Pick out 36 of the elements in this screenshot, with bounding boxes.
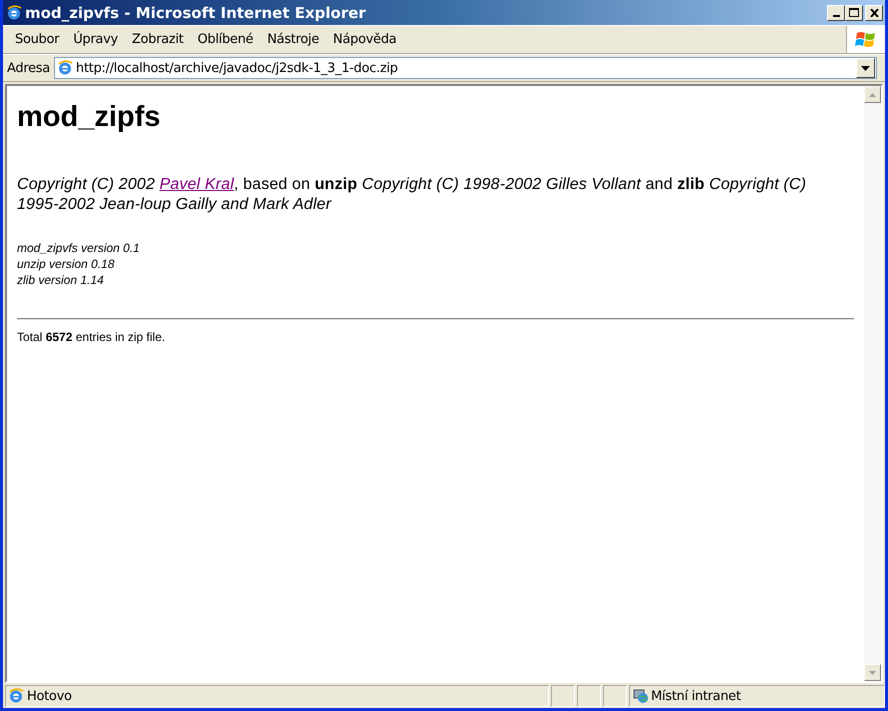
- address-label: Adresa: [7, 60, 50, 76]
- close-icon: [870, 8, 878, 16]
- window-title: mod_zipvfs - Microsoft Internet Explorer: [25, 4, 367, 22]
- page-icon: [56, 60, 73, 76]
- page-icon: [8, 688, 24, 704]
- menu-item[interactable]: Soubor: [8, 32, 66, 47]
- menu-item[interactable]: Nástroje: [260, 32, 326, 47]
- status-text: Hotovo: [27, 688, 72, 704]
- page-heading: mod_zipfs: [17, 100, 162, 134]
- copyright-text: Copyright (C) 2002 Pavel Kral, based on unzip Copyright (C) 1998-2002 Gilles Vollant and zlib Copyright (C) 1995-2002 Jean-loup Gailly and Mark Adler: [17, 175, 808, 215]
- scroll-up-icon[interactable]: [864, 86, 881, 103]
- security-zone-text: Místní intranet: [651, 688, 741, 704]
- scrollbar[interactable]: [864, 86, 881, 681]
- author-link[interactable]: Pavel Kral: [159, 176, 234, 193]
- menu-item[interactable]: Nápověda: [326, 32, 404, 47]
- minimize-icon: [832, 14, 840, 16]
- version-text: mod_zipvfs version 0.1: [17, 240, 141, 256]
- menu-item[interactable]: Úpravy: [66, 32, 125, 47]
- entries-count-text: Total 6572 entries in zip file.: [17, 330, 166, 345]
- caret-icon: [861, 66, 870, 70]
- minimize-button[interactable]: [827, 4, 845, 20]
- menu-item[interactable]: Oblíbené: [190, 32, 260, 47]
- scroll-down-icon[interactable]: [864, 664, 881, 681]
- version-text: unzip version 0.18: [17, 256, 116, 272]
- address-field[interactable]: http://localhost/archive/javadoc/j2sdk-1_3_1-doc.zip: [54, 57, 877, 79]
- maximize-button[interactable]: [845, 4, 863, 20]
- status-panel: [603, 685, 627, 707]
- dropdown-button[interactable]: [856, 58, 875, 78]
- browser-icon: [6, 4, 22, 20]
- status-panel: [577, 685, 601, 707]
- menu-item[interactable]: Zobrazit: [124, 32, 190, 47]
- maximize-icon: [849, 8, 859, 17]
- status-panel: [551, 685, 575, 707]
- close-button[interactable]: [865, 4, 883, 20]
- globe-computer-icon: [632, 688, 648, 704]
- version-text: zlib version 1.14: [17, 272, 105, 288]
